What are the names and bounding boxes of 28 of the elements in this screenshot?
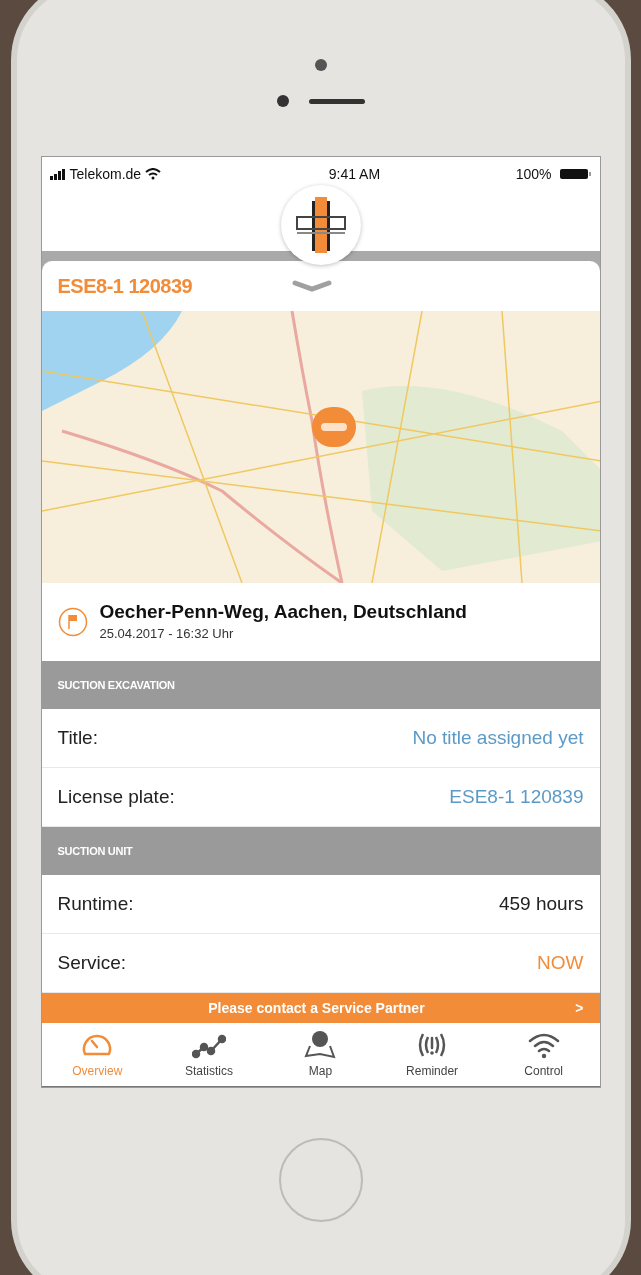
row-value: No title assigned yet bbox=[412, 725, 584, 750]
row-value: ESE8-1 120839 bbox=[449, 784, 584, 809]
speaker-slot bbox=[308, 98, 365, 104]
tab-bar-item[interactable]: Reminder bbox=[387, 1029, 478, 1080]
location-address: Oecher-Penn-Weg, Aachen, Deutschland bbox=[99, 600, 467, 625]
company-logo-icon bbox=[294, 195, 347, 255]
carrier-name: Telekom.de bbox=[69, 164, 142, 184]
collapse-chevron-icon[interactable] bbox=[291, 279, 332, 293]
section-title: SUCTION EXCAVATION bbox=[57, 677, 175, 693]
row-label: License plate: bbox=[57, 784, 175, 809]
battery-percent: 100% bbox=[515, 164, 552, 184]
row-label: Service: bbox=[57, 950, 127, 975]
row-value: 459 hours bbox=[499, 891, 584, 916]
section-title: SUCTION UNIT bbox=[57, 843, 133, 859]
status-time: 9:41 AM bbox=[328, 164, 381, 184]
wifi-icon bbox=[145, 168, 162, 180]
location-timestamp: 25.04.2017 - 16:32 Uhr bbox=[99, 625, 235, 644]
vehicle-id: ESE8-1 120839 bbox=[57, 274, 193, 299]
tab-bar-item[interactable]: Statistics bbox=[163, 1029, 254, 1080]
row-value: NOW bbox=[537, 950, 584, 975]
row-label: Runtime: bbox=[57, 891, 134, 916]
map-pin-icon bbox=[303, 1029, 338, 1060]
row-label: Title: bbox=[57, 725, 98, 750]
battery-icon bbox=[559, 168, 592, 180]
tab-bar-item[interactable]: Control bbox=[498, 1029, 589, 1080]
flag-icon bbox=[57, 607, 88, 637]
tab-bar-item[interactable]: Map bbox=[275, 1029, 366, 1080]
signal-icon bbox=[49, 168, 66, 180]
